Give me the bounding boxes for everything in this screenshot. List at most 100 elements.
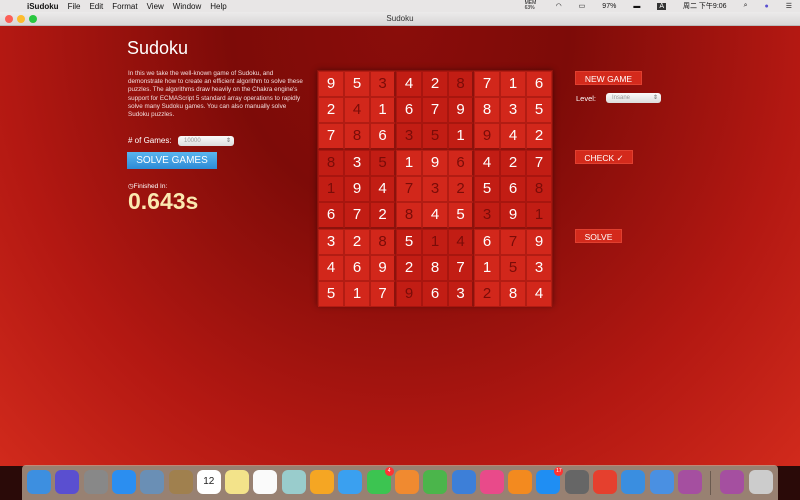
menu-format[interactable]: Format [112,2,137,11]
menu-file[interactable]: File [68,2,81,11]
sudoku-cell[interactable]: 4 [318,255,344,281]
reminders-dock-icon[interactable] [253,470,278,494]
sudoku-cell[interactable]: 7 [474,71,500,97]
sudoku-cell[interactable]: 1 [448,123,474,150]
photos-dock-icon[interactable] [310,470,334,494]
sudoku-cell[interactable]: 4 [370,176,396,202]
trash-dock-icon[interactable] [748,470,773,494]
notes-dock-icon[interactable] [225,470,250,494]
sudoku-cell[interactable]: 8 [344,123,370,150]
sudoku-cell[interactable]: 6 [422,281,448,307]
sudoku-cell[interactable]: 3 [526,255,552,281]
sudoku-cell[interactable]: 2 [500,150,526,176]
sudoku-cell[interactable]: 3 [474,202,500,229]
sudoku-cell[interactable]: 7 [526,150,552,176]
sudoku-cell[interactable]: 7 [344,202,370,229]
sudoku-cell[interactable]: 3 [344,150,370,176]
xcode-dock-icon[interactable] [649,470,674,494]
numbers-dock-icon[interactable] [423,470,448,494]
sudoku-cell[interactable]: 1 [318,176,344,202]
sudoku-cell[interactable]: 2 [344,229,370,255]
solve-button[interactable]: SOLVE [575,229,622,243]
sudoku-cell[interactable]: 5 [370,150,396,176]
sudoku-cell[interactable]: 2 [526,123,552,150]
sudoku-cell[interactable]: 5 [396,229,422,255]
sudoku-cell[interactable]: 9 [448,97,474,123]
sudoku-cell[interactable]: 2 [318,97,344,123]
sudoku-cell[interactable]: 1 [370,97,396,123]
sudoku-cell[interactable]: 5 [344,71,370,97]
sudoku-cell[interactable]: 5 [526,97,552,123]
sudoku-cell[interactable]: 6 [500,176,526,202]
menu-edit[interactable]: Edit [89,2,103,11]
sudoku-cell[interactable]: 1 [500,71,526,97]
sudoku-cell[interactable]: 9 [318,71,344,97]
minimize-button[interactable] [17,15,25,23]
siri-dock-icon[interactable] [55,470,80,494]
sudoku-cell[interactable]: 4 [474,150,500,176]
sudoku-cell[interactable]: 7 [422,97,448,123]
sudoku-cell[interactable]: 7 [500,229,526,255]
menu-window[interactable]: Window [173,2,201,11]
sudoku-cell[interactable]: 5 [422,123,448,150]
sudoku-cell[interactable]: 2 [370,202,396,229]
check-button[interactable]: CHECK ✓ [575,150,633,164]
spotlight-icon[interactable]: ⌕ [744,2,748,10]
sudoku-cell[interactable]: 8 [448,71,474,97]
sudoku-cell[interactable]: 1 [526,202,552,229]
sudoku-cell[interactable]: 1 [344,281,370,307]
chrome-dock-icon[interactable] [593,470,617,494]
siri-icon[interactable]: ● [764,3,768,10]
sudoku-cell[interactable]: 6 [474,229,500,255]
preview-dock-icon[interactable] [281,470,306,494]
game-app-dock-icon[interactable] [677,470,702,494]
sudoku-cell[interactable]: 6 [396,97,422,123]
sudoku-cell[interactable]: 8 [318,150,344,176]
input-source[interactable]: A [657,2,666,10]
sudoku-cell[interactable]: 7 [396,176,422,202]
itunes-dock-icon[interactable] [479,470,504,494]
sudoku-cell[interactable]: 4 [396,71,422,97]
new-game-button[interactable]: NEW GAME [575,71,642,85]
sudoku-cell[interactable]: 3 [396,123,422,150]
sudoku-cell[interactable]: 4 [422,202,448,229]
rocket-app-dock-icon[interactable] [621,470,646,494]
sudoku-cell[interactable]: 3 [448,281,474,307]
sudoku-cell[interactable]: 9 [370,255,396,281]
sudoku-cell[interactable]: 5 [448,202,474,229]
solve-games-button[interactable]: SOLVE GAMES [127,152,217,169]
app-menu[interactable]: iSudoku [27,2,59,11]
menu-view[interactable]: View [147,2,164,11]
sudoku-cell[interactable]: 2 [422,71,448,97]
sudoku-cell[interactable]: 5 [474,176,500,202]
sudoku-cell[interactable]: 6 [448,150,474,176]
facetime-dock-icon[interactable]: 4 [366,467,394,494]
wifi-icon[interactable]: ◠ [556,2,562,10]
sudoku-cell[interactable]: 4 [344,97,370,123]
contacts-dock-icon[interactable] [168,470,193,494]
sudoku-cell[interactable]: 4 [526,281,552,307]
app-store-dock-icon[interactable]: 17 [536,467,564,494]
sudoku-cell[interactable]: 8 [500,281,526,307]
battery-icon[interactable]: ▬ [633,3,640,10]
sudoku-cell[interactable]: 3 [370,71,396,97]
level-select[interactable]: Insane [606,93,661,103]
sudoku-cell[interactable]: 9 [396,281,422,307]
sudoku-cell[interactable]: 1 [396,150,422,176]
sudoku-cell[interactable]: 7 [318,123,344,150]
memory-status[interactable]: MEM 63% [525,1,539,11]
system-preferences-dock-icon[interactable] [564,470,589,494]
sudoku-cell[interactable]: 7 [370,281,396,307]
launchpad-dock-icon[interactable] [83,470,108,494]
sudoku-cell[interactable]: 2 [396,255,422,281]
sudoku-cell[interactable]: 1 [422,229,448,255]
sudoku-cell[interactable]: 9 [344,176,370,202]
sudoku-cell[interactable]: 8 [422,255,448,281]
sudoku-cell[interactable]: 1 [474,255,500,281]
ibooks-dock-icon[interactable] [508,470,533,494]
game-app-2-dock-icon[interactable] [720,470,745,494]
clock[interactable]: 周二 下午9:06 [683,1,727,11]
sudoku-cell[interactable]: 7 [448,255,474,281]
preview-photo-dock-icon[interactable] [140,470,165,494]
sudoku-cell[interactable]: 3 [318,229,344,255]
